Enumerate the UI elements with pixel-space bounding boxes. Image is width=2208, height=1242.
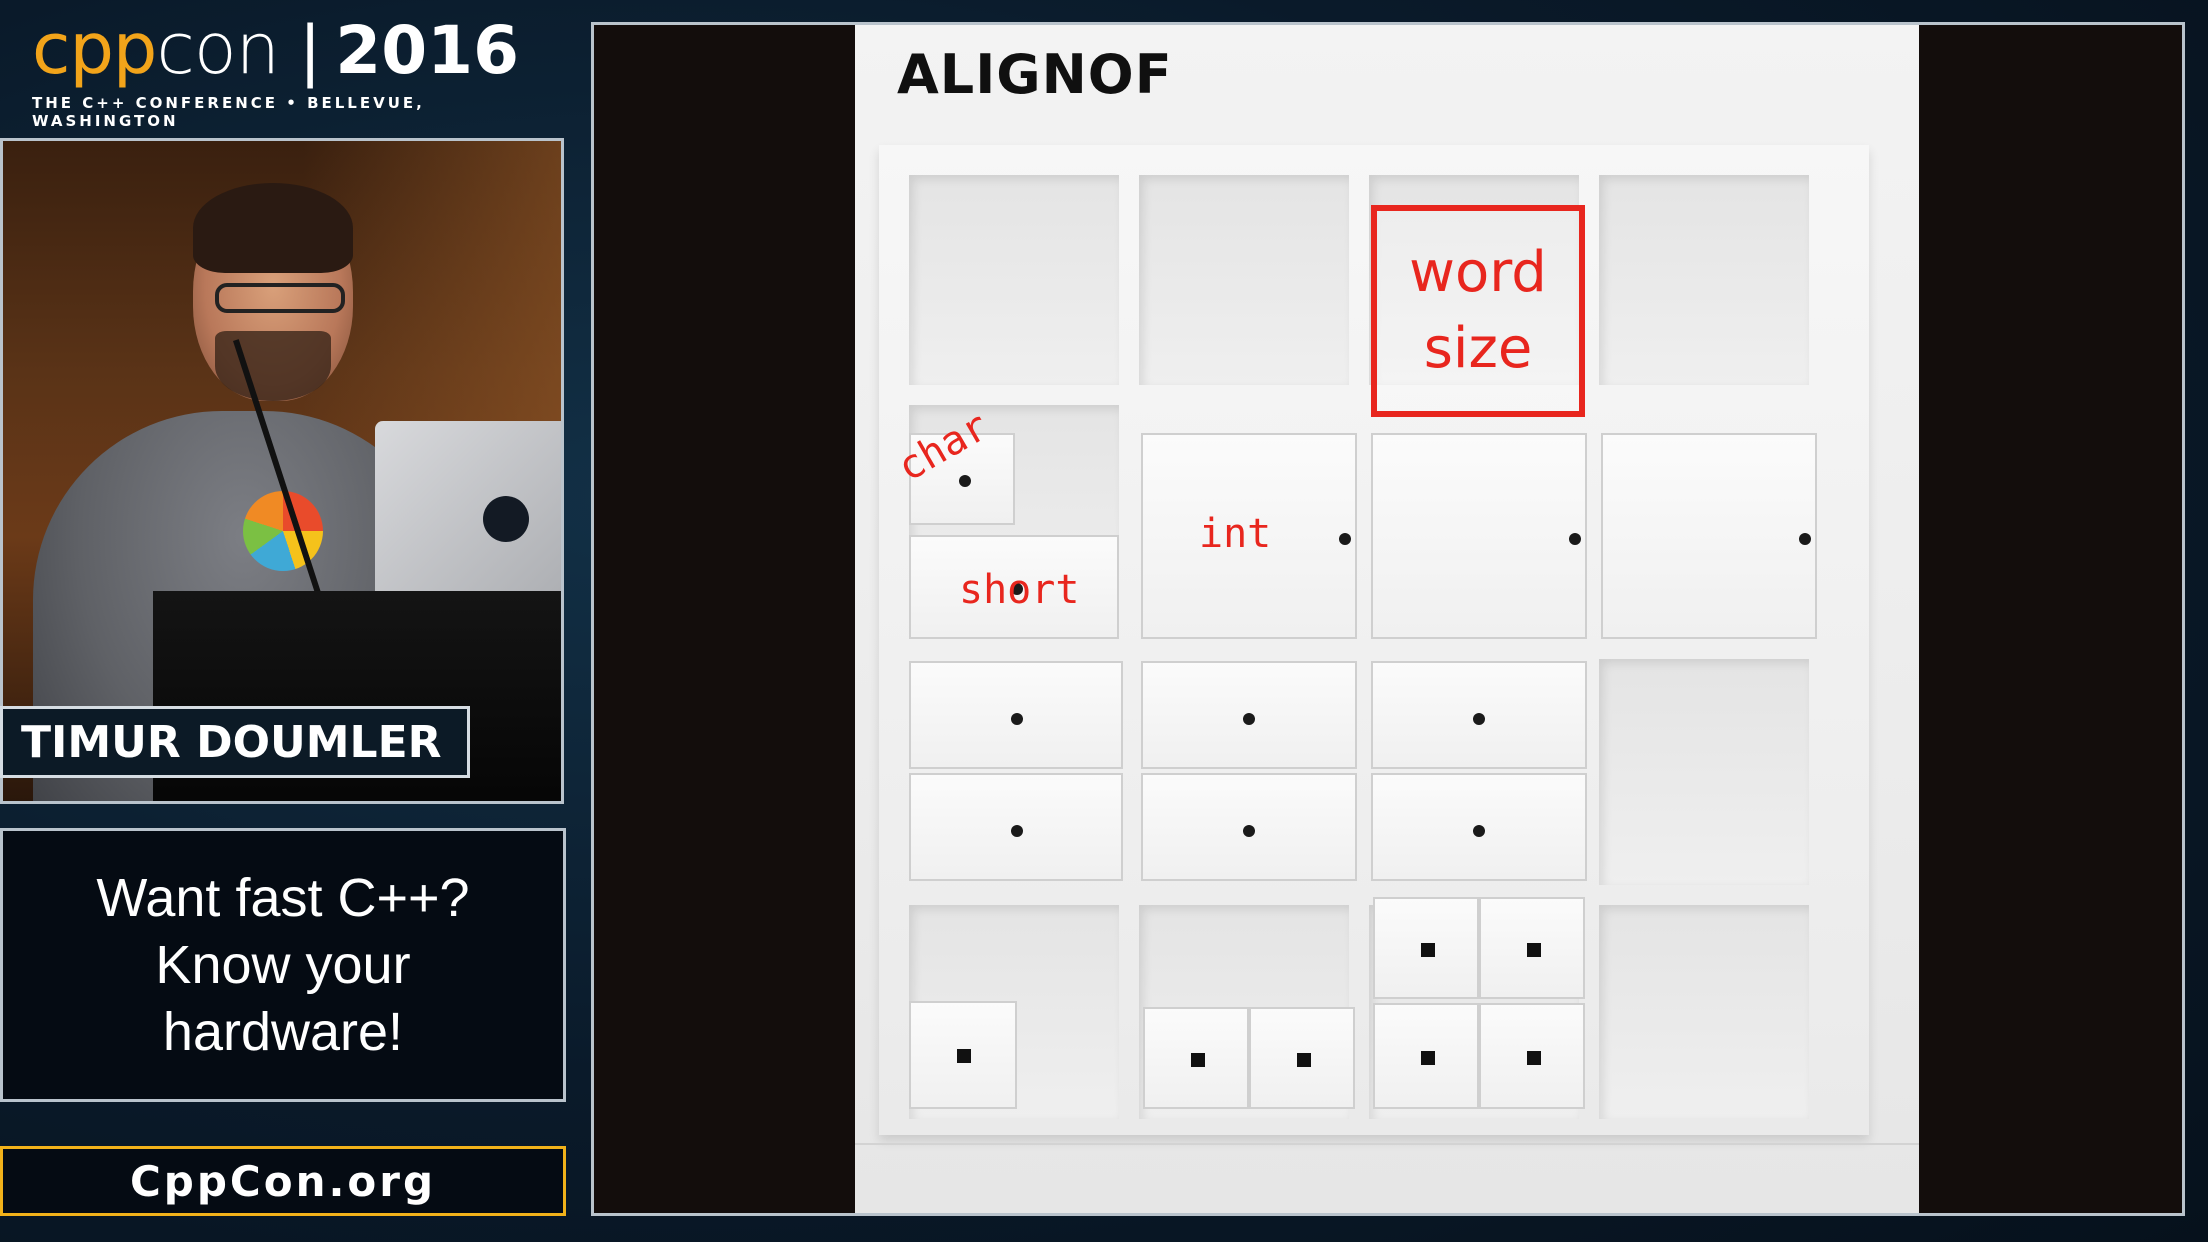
drawer-knob (1243, 713, 1255, 725)
drawer-knob (1473, 713, 1485, 725)
shelf-cell (1599, 175, 1809, 385)
box-knob (1527, 943, 1541, 957)
logo-year: 2016 (335, 12, 519, 89)
box (1479, 1003, 1585, 1109)
shirt-logo-graphic (243, 491, 323, 571)
box-knob (1421, 943, 1435, 957)
drawer (1371, 773, 1587, 881)
site-url-banner: CppCon.org (0, 1146, 566, 1216)
box (1373, 1003, 1479, 1109)
drawer (909, 773, 1123, 881)
drawer-knob (1569, 533, 1581, 545)
drawer-knob (1473, 825, 1485, 837)
box (909, 1001, 1017, 1109)
word-size-label-line1: word (1409, 240, 1547, 305)
slide: ALIGNOF word size char short int (855, 25, 1919, 1213)
box (1479, 897, 1585, 999)
drawer (1141, 661, 1357, 769)
speaker-glasses (215, 283, 345, 313)
door-drawer (1601, 433, 1817, 639)
drawer-knob (1011, 825, 1023, 837)
drawer-knob (1339, 533, 1351, 545)
speaker-name-plate: TIMUR DOUMLER (0, 706, 470, 778)
box-knob (1421, 1051, 1435, 1065)
shelf-cell (909, 175, 1119, 385)
slide-title: ALIGNOF (897, 43, 1173, 106)
int-label: int (1199, 511, 1272, 557)
speaker-video (0, 138, 564, 804)
drawer (1371, 661, 1587, 769)
box-knob (957, 1049, 971, 1063)
logo-separator: | (299, 12, 322, 89)
drawer-knob (1799, 533, 1811, 545)
box-knob (1527, 1051, 1541, 1065)
drawer (1141, 773, 1357, 881)
floor-shadow (855, 1143, 1919, 1145)
door-drawer (1371, 433, 1587, 639)
logo-con-text: con (156, 8, 280, 90)
drawer-knob (959, 475, 971, 487)
talk-title: Want fast C++? Know your hardware! (96, 867, 470, 1062)
word-size-highlight: word size (1371, 205, 1585, 417)
drawer-knob (1243, 825, 1255, 837)
talk-title-panel: Want fast C++? Know your hardware! (0, 828, 566, 1102)
drawer-knob (1011, 713, 1023, 725)
box (1249, 1007, 1355, 1109)
short-label: short (959, 567, 1080, 613)
laptop-sticker-icon (483, 496, 529, 542)
slide-frame: ALIGNOF word size char short int (591, 22, 2185, 1216)
box-knob (1191, 1053, 1205, 1067)
cppcon-logo: cppcon | 2016 THE C++ CONFERENCE • BELLEVU… (32, 12, 552, 130)
box (1373, 897, 1479, 999)
shelf-cell (1139, 175, 1349, 385)
word-size-label-line2: size (1423, 316, 1533, 381)
shelf-cell (1599, 659, 1809, 885)
box-knob (1297, 1053, 1311, 1067)
drawer (909, 661, 1123, 769)
box (1143, 1007, 1249, 1109)
shelf-unit: word size char short int (879, 145, 1869, 1135)
shelf-cell (1599, 905, 1809, 1119)
speaker-hair (193, 183, 353, 273)
conference-tagline: THE C++ CONFERENCE • BELLEVUE, WASHINGTO… (32, 94, 425, 130)
logo-cpp-text: cpp (32, 8, 157, 90)
